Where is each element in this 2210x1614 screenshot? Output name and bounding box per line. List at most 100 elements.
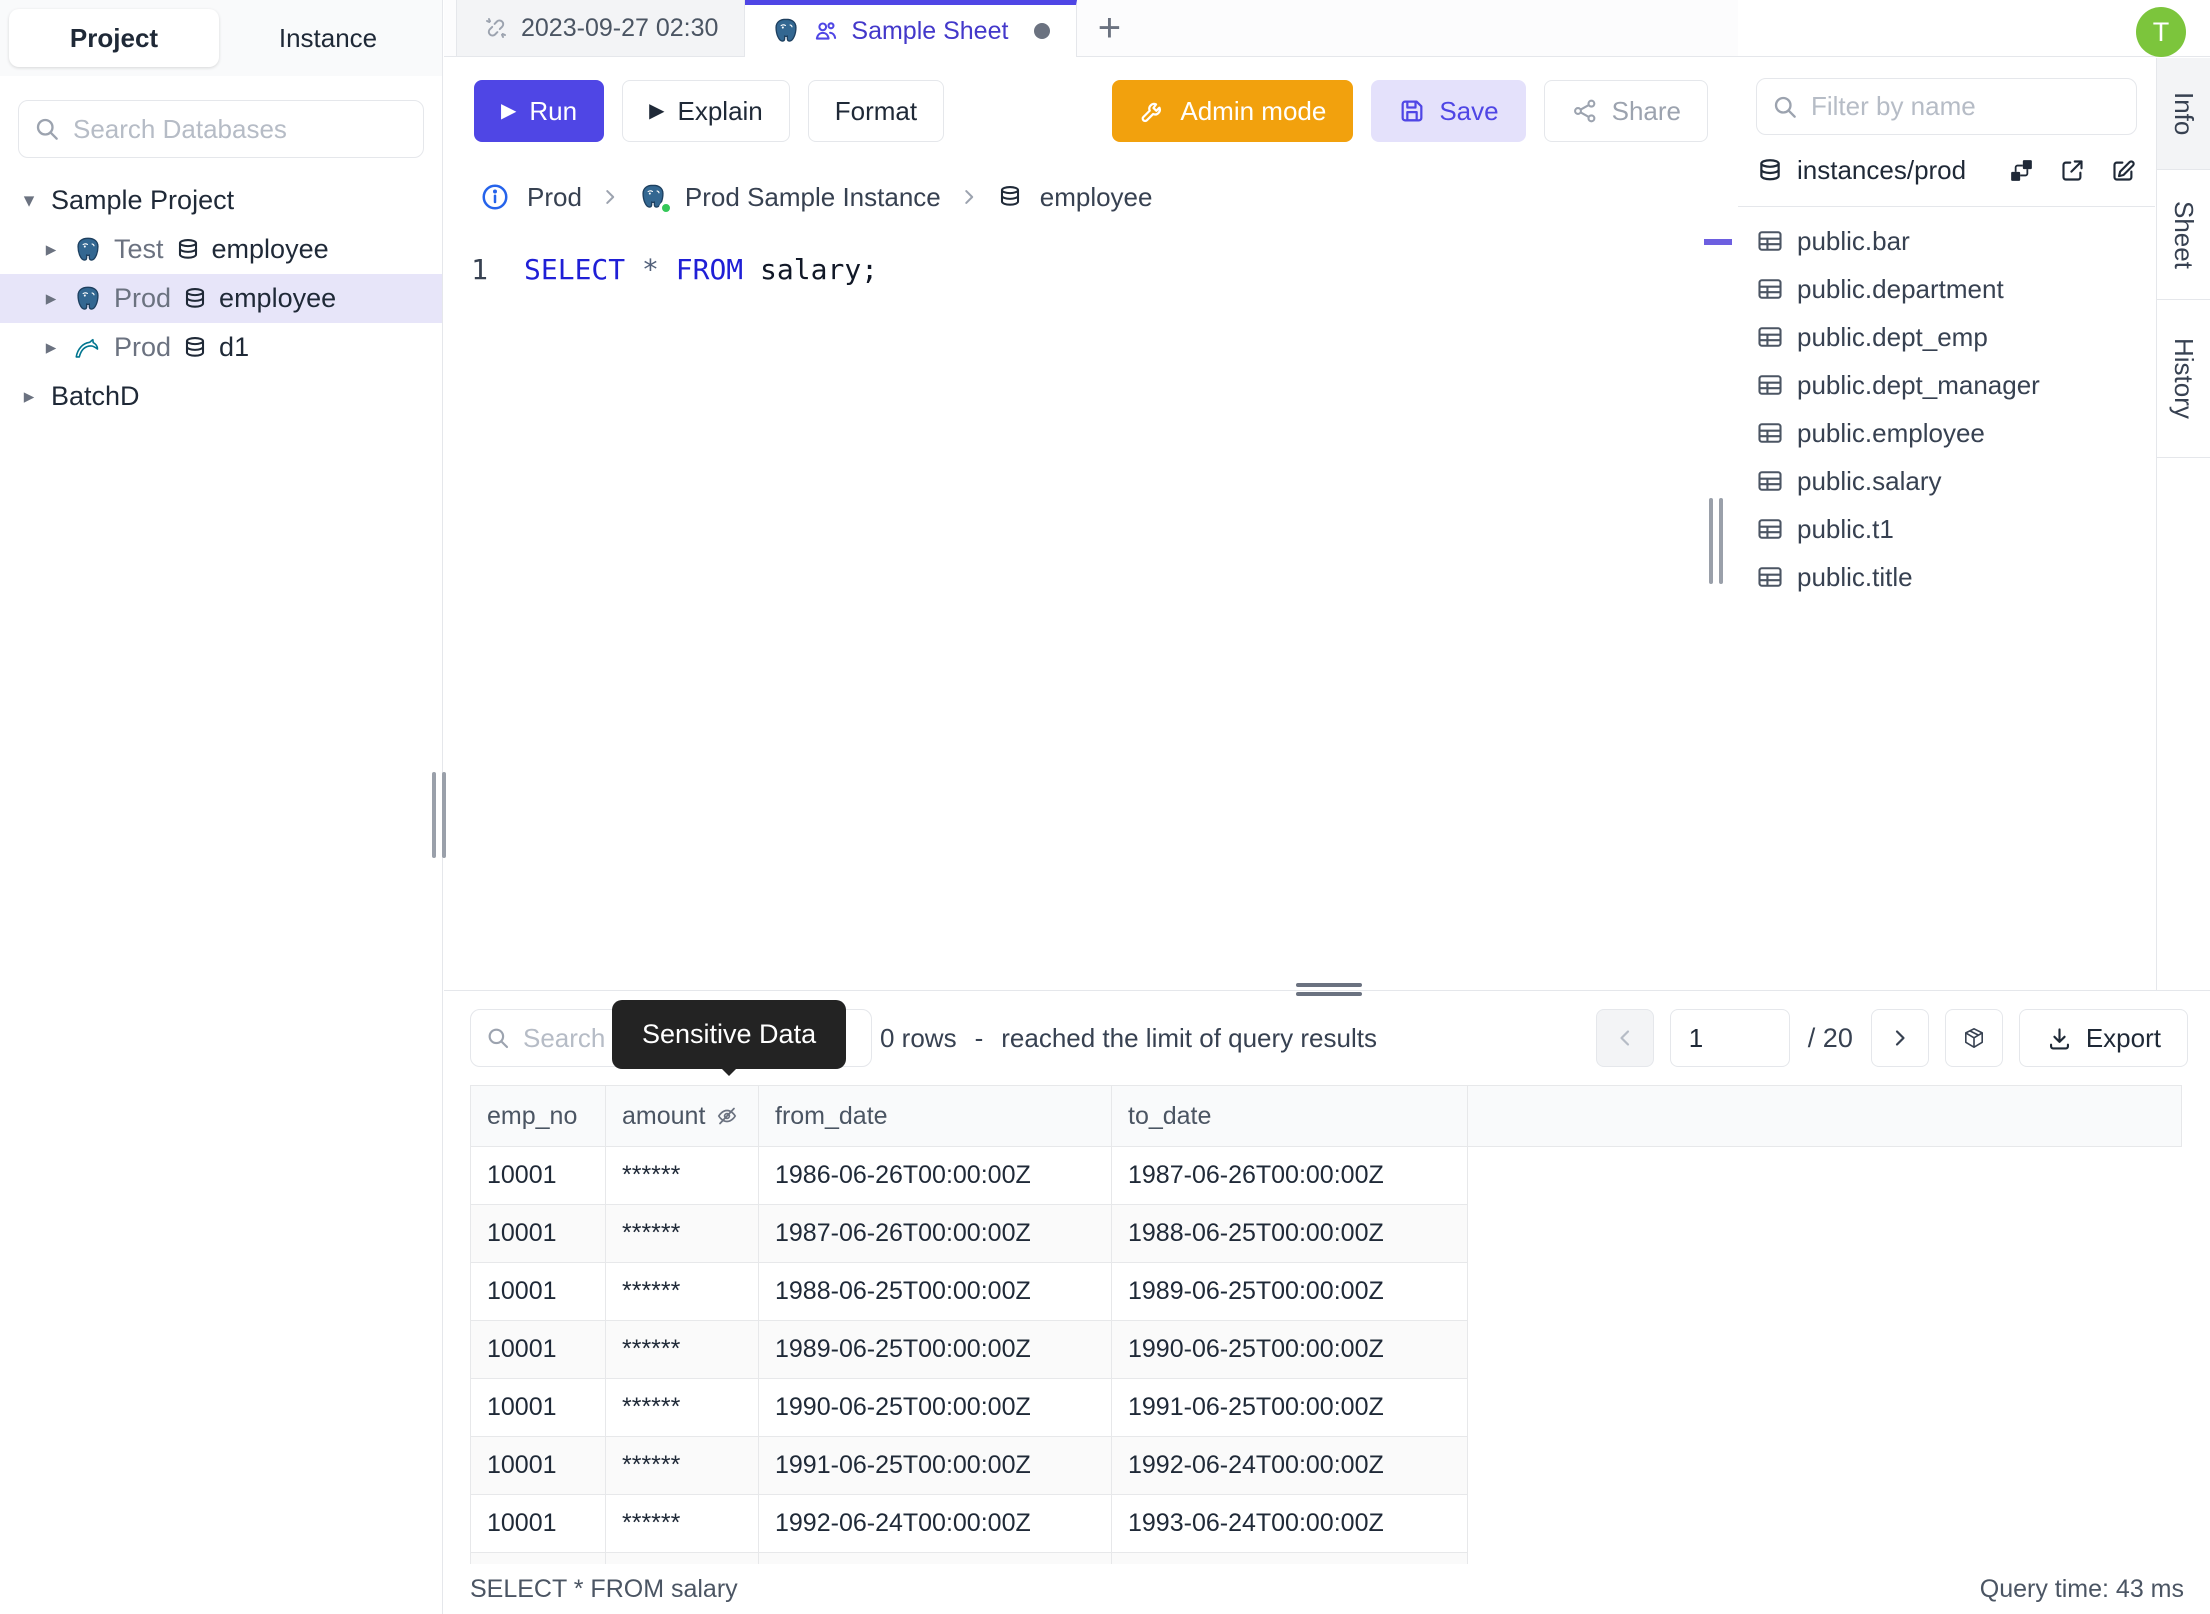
result-cell[interactable]: ****** <box>606 1437 759 1495</box>
eye-off-icon <box>715 1104 739 1128</box>
table-name: public.dept_manager <box>1797 369 2040 400</box>
sidebar-tab-project[interactable]: Project <box>9 9 219 67</box>
schema-diagram-icon[interactable] <box>2008 157 2035 184</box>
unlink-icon <box>483 15 509 41</box>
result-cell[interactable]: 10001 <box>470 1379 606 1437</box>
info-icon[interactable] <box>480 182 510 212</box>
environment-label: Test <box>114 234 164 264</box>
result-cell[interactable]: 10001 <box>470 1321 606 1379</box>
caret-right-icon[interactable]: ▸ <box>40 286 62 311</box>
breadcrumb-database[interactable]: employee <box>1040 182 1153 213</box>
column-header-to_date[interactable]: to_date <box>1112 1085 1468 1147</box>
table-filter-input[interactable] <box>1809 90 2122 123</box>
result-cell[interactable]: 10001 <box>470 1495 606 1553</box>
editor-overview-ruler-mark <box>1704 239 1732 245</box>
result-cell[interactable]: 1992-06-24T00:00:00Z <box>1112 1437 1468 1495</box>
result-cell[interactable]: 10001 <box>470 1205 606 1263</box>
explain-button[interactable]: ▶ Explain <box>622 80 790 142</box>
result-cell[interactable]: 1989-06-25T00:00:00Z <box>1112 1263 1468 1321</box>
caret-down-icon[interactable]: ▾ <box>18 188 40 213</box>
caret-right-icon[interactable]: ▸ <box>40 237 62 262</box>
sql-token: * <box>642 253 659 286</box>
edit-icon[interactable] <box>2110 157 2137 184</box>
tree-project-batchd[interactable]: ▸ BatchD <box>0 372 442 421</box>
instance-status-dot <box>658 201 673 215</box>
breadcrumb-instance[interactable]: Prod Sample Instance <box>685 182 941 213</box>
result-cell[interactable]: 1987-06-26T00:00:00Z <box>1112 1147 1468 1205</box>
external-link-icon[interactable] <box>2059 157 2086 184</box>
result-cell[interactable]: ****** <box>606 1495 759 1553</box>
table-list-item[interactable]: public.dept_manager <box>1738 361 2155 409</box>
page-total-label: / 20 <box>1807 1022 1853 1053</box>
panel-tab-info[interactable]: Info <box>2157 58 2210 170</box>
result-cell[interactable]: ****** <box>606 1321 759 1379</box>
tree-project-sample-project[interactable]: ▾ Sample Project <box>0 176 442 225</box>
results-panel-resize-handle[interactable] <box>1296 983 1362 996</box>
prev-page-button[interactable] <box>1595 1009 1654 1067</box>
share-button[interactable]: Share <box>1543 80 1708 142</box>
result-cell[interactable]: ****** <box>606 1379 759 1437</box>
result-cell[interactable]: ****** <box>606 1205 759 1263</box>
results-panel: Sensitive Data 0 rows - reached the limi… <box>444 990 2210 1614</box>
sheet-tab-sample-sheet[interactable]: Sample Sheet <box>745 0 1078 57</box>
result-cell[interactable]: 1986-06-26T00:00:00Z <box>759 1147 1112 1205</box>
right-panel-resize-handle[interactable] <box>1709 498 1723 584</box>
result-cell[interactable]: 10001 <box>470 1437 606 1495</box>
chevron-right-icon <box>1888 1026 1912 1050</box>
sheet-tab-unsaved[interactable]: 2023-09-27 02:30 <box>456 0 746 56</box>
next-page-button[interactable] <box>1870 1009 1929 1067</box>
table-list-item[interactable]: public.t1 <box>1738 505 2155 553</box>
share-icon <box>1571 97 1599 125</box>
table-name: public.t1 <box>1797 513 1894 544</box>
result-cell[interactable]: 1990-06-25T00:00:00Z <box>759 1379 1112 1437</box>
run-button[interactable]: ▶ Run <box>474 80 605 142</box>
tree-database-prod-d1[interactable]: ▸ Prod d1 <box>0 323 442 372</box>
database-search-input[interactable] <box>71 112 409 146</box>
left-panel-resize-handle[interactable] <box>432 772 446 858</box>
result-limit-button[interactable] <box>1944 1009 2003 1067</box>
sql-editor[interactable]: 1 SELECT * FROM salary; <box>444 229 1738 990</box>
column-header-amount[interactable]: amount <box>606 1085 759 1147</box>
result-cell[interactable]: 1988-06-25T00:00:00Z <box>1112 1205 1468 1263</box>
page-number-input[interactable] <box>1669 1009 1790 1067</box>
result-cell[interactable]: 1991-06-25T00:00:00Z <box>759 1437 1112 1495</box>
admin-mode-button[interactable]: Admin mode <box>1112 80 1354 142</box>
tree-database-test-employee[interactable]: ▸ Test employee <box>0 225 442 274</box>
save-button[interactable]: Save <box>1371 80 1526 142</box>
table-list-item[interactable]: public.department <box>1738 265 2155 313</box>
panel-tab-sheet[interactable]: Sheet <box>2157 170 2210 300</box>
breadcrumb-environment[interactable]: Prod <box>527 182 582 213</box>
connection-actions <box>2008 157 2137 184</box>
result-cell[interactable]: 1990-06-25T00:00:00Z <box>1112 1321 1468 1379</box>
result-cell[interactable]: 1993-06-24T00:00:00Z <box>1112 1495 1468 1553</box>
caret-right-icon[interactable]: ▸ <box>40 335 62 360</box>
tree-database-prod-employee[interactable]: ▸ Prod employee <box>0 274 442 323</box>
caret-right-icon[interactable]: ▸ <box>18 384 40 409</box>
table-list-item[interactable]: public.bar <box>1738 217 2155 265</box>
panel-tab-history[interactable]: History <box>2157 300 2210 458</box>
table-list-item[interactable]: public.employee <box>1738 409 2155 457</box>
export-button[interactable]: Export <box>2018 1009 2188 1067</box>
format-button[interactable]: Format <box>807 80 945 142</box>
result-cell[interactable]: ****** <box>606 1147 759 1205</box>
result-cell[interactable]: 1989-06-25T00:00:00Z <box>759 1321 1112 1379</box>
table-list-item[interactable]: public.dept_emp <box>1738 313 2155 361</box>
result-cell[interactable]: 10001 <box>470 1263 606 1321</box>
table-list-item[interactable]: public.salary <box>1738 457 2155 505</box>
new-sheet-button[interactable]: + <box>1077 0 1141 56</box>
column-header-from_date[interactable]: from_date <box>759 1085 1112 1147</box>
result-cell[interactable]: 1992-06-24T00:00:00Z <box>759 1495 1112 1553</box>
left-sidebar: Project Instance ▾ Sample Project ▸ Test emp… <box>0 0 443 1614</box>
column-header-emp_no[interactable]: emp_no <box>470 1085 606 1147</box>
results-header: Sensitive Data 0 rows - reached the limi… <box>444 991 2210 1085</box>
result-cell[interactable]: 1987-06-26T00:00:00Z <box>759 1205 1112 1263</box>
user-avatar[interactable]: T <box>2136 7 2186 57</box>
result-cell[interactable]: 10001 <box>470 1147 606 1205</box>
sheet-tab-label: Sample Sheet <box>851 16 1009 45</box>
row-count: 0 rows <box>880 1022 957 1053</box>
result-cell[interactable]: ****** <box>606 1263 759 1321</box>
sidebar-tab-instance[interactable]: Instance <box>223 9 433 67</box>
table-list-item[interactable]: public.title <box>1738 553 2155 601</box>
result-cell[interactable]: 1988-06-25T00:00:00Z <box>759 1263 1112 1321</box>
result-cell[interactable]: 1991-06-25T00:00:00Z <box>1112 1379 1468 1437</box>
